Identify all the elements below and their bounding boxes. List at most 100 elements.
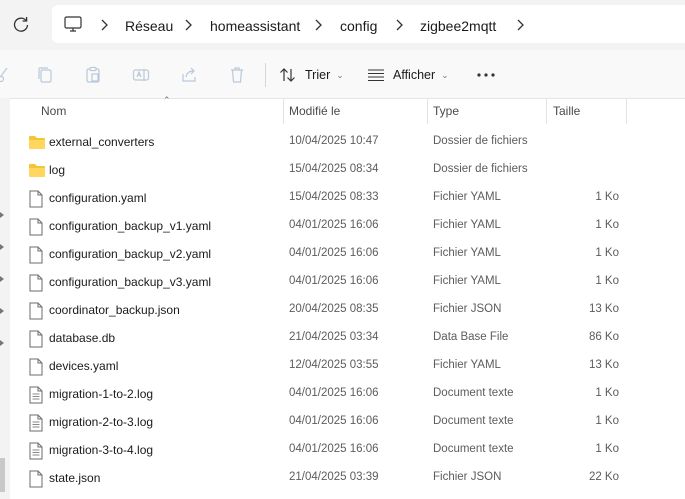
file-name: configuration_backup_v2.yaml xyxy=(49,247,212,261)
view-label: Afficher xyxy=(393,68,436,82)
file-modified-date: 15/04/2025 08:33 xyxy=(289,191,379,203)
refresh-icon[interactable] xyxy=(10,14,32,36)
file-type: Fichier YAML xyxy=(433,247,501,259)
file-modified-date: 04/01/2025 16:06 xyxy=(289,219,379,231)
expand-arrow-icon[interactable] xyxy=(0,212,4,218)
view-button[interactable]: Afficher ⌄ xyxy=(367,65,449,85)
file-size: 1 Ko xyxy=(595,387,619,399)
expand-arrow-icon[interactable] xyxy=(0,244,4,250)
file-modified-date: 21/04/2025 03:34 xyxy=(289,331,379,343)
column-header-modified[interactable]: Modifié le xyxy=(289,104,340,118)
file-icon xyxy=(28,330,44,351)
file-row[interactable]: external_converters 10/04/2025 10:47 Dossi… xyxy=(10,128,685,156)
file-type: Data Base File xyxy=(433,331,509,343)
file-row[interactable]: migration-3-to-4.log 04/01/2025 16:06 Docu… xyxy=(10,436,685,464)
file-row[interactable]: database.db 21/04/2025 03:34 Data Base Fil… xyxy=(10,324,685,352)
paste-icon[interactable] xyxy=(84,66,102,84)
file-row[interactable]: state.json 21/04/2025 03:39 Fichier JSON 22… xyxy=(10,464,685,492)
scrollbar-thumb[interactable] xyxy=(0,458,5,492)
chevron-right-icon[interactable] xyxy=(99,19,109,31)
command-bar: Trier ⌄ Afficher ⌄ xyxy=(0,50,685,99)
file-name: configuration.yaml xyxy=(49,191,147,205)
file-type: Document texte xyxy=(433,415,514,427)
file-type: Dossier de fichiers xyxy=(433,163,528,175)
sort-button[interactable]: Trier ⌄ xyxy=(279,65,344,85)
file-modified-date: 04/01/2025 16:06 xyxy=(289,275,379,287)
file-size: 1 Ko xyxy=(595,275,619,287)
breadcrumb-item[interactable]: config xyxy=(340,18,377,34)
file-row[interactable]: coordinator_backup.json 20/04/2025 08:35 F… xyxy=(10,296,685,324)
file-name: migration-1-to-2.log xyxy=(49,387,154,401)
computer-icon[interactable] xyxy=(64,16,82,32)
file-icon xyxy=(28,246,44,267)
file-name: coordinator_backup.json xyxy=(49,303,180,317)
file-modified-date: 04/01/2025 16:06 xyxy=(289,415,379,427)
file-name: configuration_backup_v1.yaml xyxy=(49,219,212,233)
chevron-down-icon: ⌄ xyxy=(441,69,449,80)
file-icon xyxy=(28,190,44,211)
copy-icon[interactable] xyxy=(36,66,54,84)
delete-icon[interactable] xyxy=(228,66,246,84)
file-name: log xyxy=(49,163,66,177)
column-header-type[interactable]: Type xyxy=(433,104,459,118)
file-row[interactable]: migration-1-to-2.log 04/01/2025 16:06 Docu… xyxy=(10,380,685,408)
file-row[interactable]: log 15/04/2025 08:34 Dossier de fichiers xyxy=(10,156,685,184)
text-file-icon xyxy=(28,414,44,435)
text-file-icon xyxy=(28,386,44,407)
file-icon xyxy=(28,302,44,323)
file-type: Document texte xyxy=(433,387,514,399)
file-modified-date: 04/01/2025 16:06 xyxy=(289,247,379,259)
column-divider[interactable] xyxy=(626,98,627,124)
view-list-icon xyxy=(368,69,384,82)
file-size: 1 Ko xyxy=(595,247,619,259)
file-row[interactable]: devices.yaml 12/04/2025 03:55 Fichier YAML… xyxy=(10,352,685,380)
column-divider[interactable] xyxy=(546,98,547,124)
expand-arrow-icon[interactable] xyxy=(0,276,4,282)
chevron-right-icon[interactable] xyxy=(394,19,404,31)
rename-icon[interactable] xyxy=(132,66,150,84)
file-icon xyxy=(28,218,44,239)
file-icon xyxy=(28,274,44,295)
chevron-right-icon[interactable] xyxy=(183,19,193,31)
file-modified-date: 21/04/2025 03:39 xyxy=(289,471,379,483)
column-divider[interactable] xyxy=(427,98,428,124)
file-name: state.json xyxy=(49,471,101,485)
column-header-size[interactable]: Taille xyxy=(553,104,580,118)
file-modified-date: 15/04/2025 08:34 xyxy=(289,163,379,175)
column-header-name[interactable]: Nom xyxy=(41,104,66,118)
file-type: Fichier YAML xyxy=(433,191,501,203)
navigation-pane xyxy=(0,98,10,499)
expand-arrow-icon[interactable] xyxy=(0,308,4,314)
column-header-row: ⌃ Nom Modifié le Type Taille xyxy=(10,95,685,124)
sort-label: Trier xyxy=(305,68,331,82)
breadcrumb-item[interactable]: zigbee2mqtt xyxy=(420,18,496,34)
breadcrumb-item[interactable]: homeassistant xyxy=(210,18,300,34)
column-divider[interactable] xyxy=(283,98,284,124)
file-type: Fichier JSON xyxy=(433,303,502,315)
breadcrumb-item[interactable]: Réseau xyxy=(125,18,173,34)
folder-icon xyxy=(28,162,46,181)
file-row[interactable]: configuration_backup_v2.yaml 04/01/2025 1… xyxy=(10,240,685,268)
share-icon[interactable] xyxy=(180,66,198,84)
file-size: 1 Ko xyxy=(595,443,619,455)
file-row[interactable]: migration-2-to-3.log 04/01/2025 16:06 Docu… xyxy=(10,408,685,436)
file-icon xyxy=(28,470,44,491)
file-row[interactable]: configuration_backup_v3.yaml 04/01/2025 1… xyxy=(10,268,685,296)
cut-icon[interactable] xyxy=(0,66,10,84)
text-file-icon xyxy=(28,442,44,463)
file-row[interactable]: configuration.yaml 15/04/2025 08:33 Fichie… xyxy=(10,184,685,212)
file-modified-date: 04/01/2025 16:06 xyxy=(289,443,379,455)
chevron-right-icon[interactable] xyxy=(515,19,525,31)
file-modified-date: 12/04/2025 03:55 xyxy=(289,359,379,371)
chevron-right-icon[interactable] xyxy=(313,19,323,31)
file-type: Fichier YAML xyxy=(433,219,501,231)
expand-arrow-icon[interactable] xyxy=(0,340,4,346)
file-icon xyxy=(28,358,44,379)
file-row[interactable]: configuration_backup_v1.yaml 04/01/2025 1… xyxy=(10,212,685,240)
sort-ascending-icon: ⌃ xyxy=(163,95,171,105)
file-type: Fichier YAML xyxy=(433,359,501,371)
file-size: 1 Ko xyxy=(595,219,619,231)
file-type: Fichier JSON xyxy=(433,471,502,483)
chevron-down-icon: ⌄ xyxy=(336,69,344,80)
more-options-icon[interactable] xyxy=(476,73,496,77)
